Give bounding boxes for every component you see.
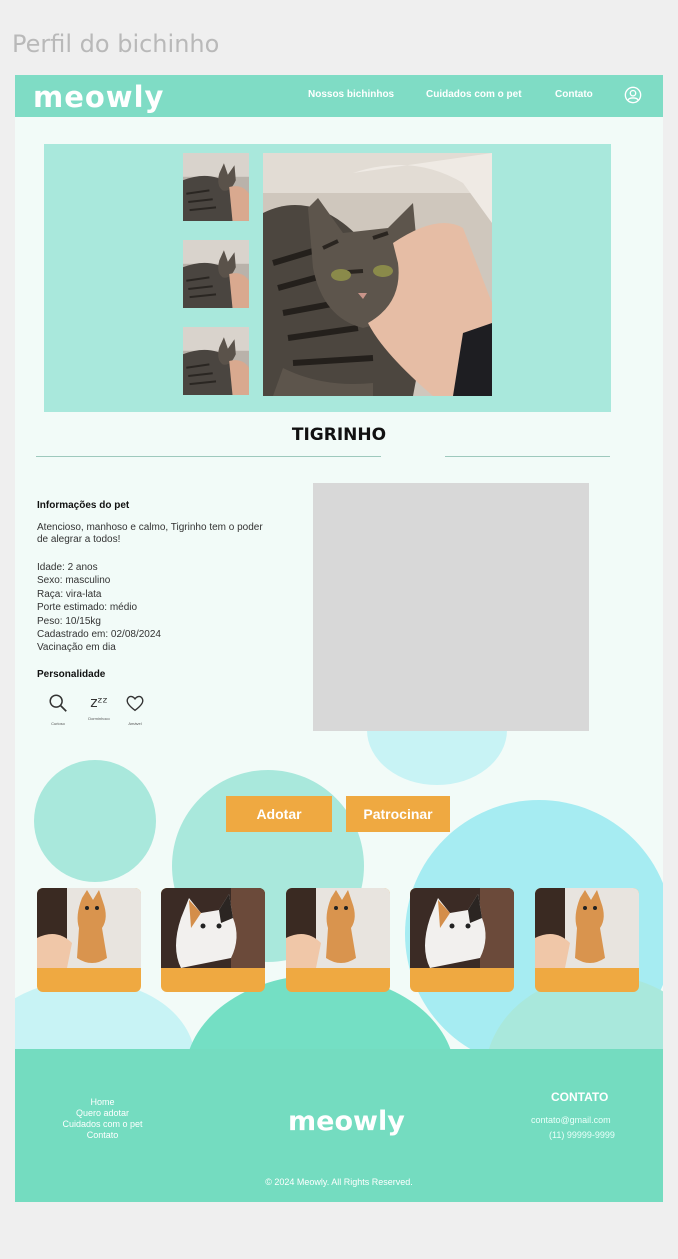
pet-card[interactable]: [161, 888, 265, 992]
divider: [445, 456, 610, 457]
trait-dorminhoco: zᶻᶻ Dorminhoco: [79, 692, 119, 721]
contact-title: CONTATO: [551, 1090, 609, 1104]
nav-nossos-bichinhos[interactable]: Nossos bichinhos: [308, 89, 394, 100]
personality-title: Personalidade: [37, 669, 106, 680]
main-pet-photo: [263, 153, 492, 396]
pet-card-photo: [535, 888, 639, 968]
pet-details-list: Idade: 2 anos Sexo: masculino Raça: vira…: [37, 561, 161, 655]
frame-title: Perfil do bichinho: [12, 30, 220, 58]
site-footer: Home Quero adotar Cuidados com o pet Con…: [15, 1049, 663, 1202]
user-circle-icon[interactable]: [624, 86, 642, 104]
trait-label: Amável: [128, 721, 142, 726]
divider: [36, 456, 381, 457]
trait-amavel: Amável: [115, 692, 155, 726]
contact-email[interactable]: contato@gmail.com: [531, 1115, 611, 1125]
trait-label: Curioso: [51, 721, 65, 726]
detail-raca: Raça: vira-lata: [37, 588, 102, 600]
media-placeholder: [313, 483, 589, 731]
detail-sexo: Sexo: masculino: [37, 575, 111, 587]
heart-icon: [126, 695, 144, 712]
pet-name: TIGRINHO: [291, 425, 387, 445]
trait-curioso: Curioso: [38, 692, 78, 726]
footer-link-cuidados[interactable]: Cuidados com o pet: [62, 1119, 142, 1129]
nav-contato[interactable]: Contato: [555, 89, 593, 100]
gallery-thumbnail[interactable]: [183, 240, 249, 308]
pet-profile-page: meowly Nossos bichinhos Cuidados com o p…: [15, 75, 663, 1202]
trait-label: Dorminhoco: [88, 716, 110, 721]
contact-phone: (11) 99999-9999: [549, 1130, 615, 1140]
gallery-thumbnail[interactable]: [183, 327, 249, 395]
adopt-button[interactable]: Adotar: [226, 796, 332, 832]
footer-link-home[interactable]: Home: [90, 1097, 114, 1107]
pet-card[interactable]: [410, 888, 514, 992]
nav-cuidados-com-o-pet[interactable]: Cuidados com o pet: [426, 89, 522, 100]
pet-description: Atencioso, manhoso e calmo, Tigrinho tem…: [37, 522, 263, 545]
pet-info-title: Informações do pet: [37, 500, 130, 511]
zzz-icon: zᶻᶻ: [90, 695, 108, 711]
gallery-thumbnail[interactable]: [183, 153, 249, 221]
detail-peso: Peso: 10/15kg: [37, 615, 101, 627]
pet-card-photo: [37, 888, 141, 968]
pet-card-photo: [410, 888, 514, 968]
pet-card[interactable]: [286, 888, 390, 992]
footer-link-contato[interactable]: Contato: [87, 1130, 119, 1140]
copyright: © 2024 Meowly. All Rights Reserved.: [265, 1177, 413, 1187]
photo-gallery: [44, 144, 611, 412]
brand-logo[interactable]: meowly: [33, 80, 164, 114]
pet-card-photo: [286, 888, 390, 968]
pet-card[interactable]: [535, 888, 639, 992]
detail-cadastro: Cadastrado em: 02/08/2024: [37, 629, 161, 641]
detail-idade: Idade: 2 anos: [37, 562, 98, 573]
footer-logo[interactable]: meowly: [288, 1106, 405, 1137]
pet-card-photo: [161, 888, 265, 968]
detail-vacinacao: Vacinação em dia: [37, 642, 116, 654]
detail-porte: Porte estimado: médio: [37, 602, 138, 614]
top-navbar: meowly Nossos bichinhos Cuidados com o p…: [15, 75, 663, 117]
footer-links: Home Quero adotar Cuidados com o pet Con…: [35, 1097, 170, 1141]
pet-card[interactable]: [37, 888, 141, 992]
decor-circle: [34, 760, 156, 882]
sponsor-button[interactable]: Patrocinar: [346, 796, 450, 832]
footer-link-quero-adotar[interactable]: Quero adotar: [76, 1108, 129, 1118]
search-icon: [49, 694, 67, 712]
